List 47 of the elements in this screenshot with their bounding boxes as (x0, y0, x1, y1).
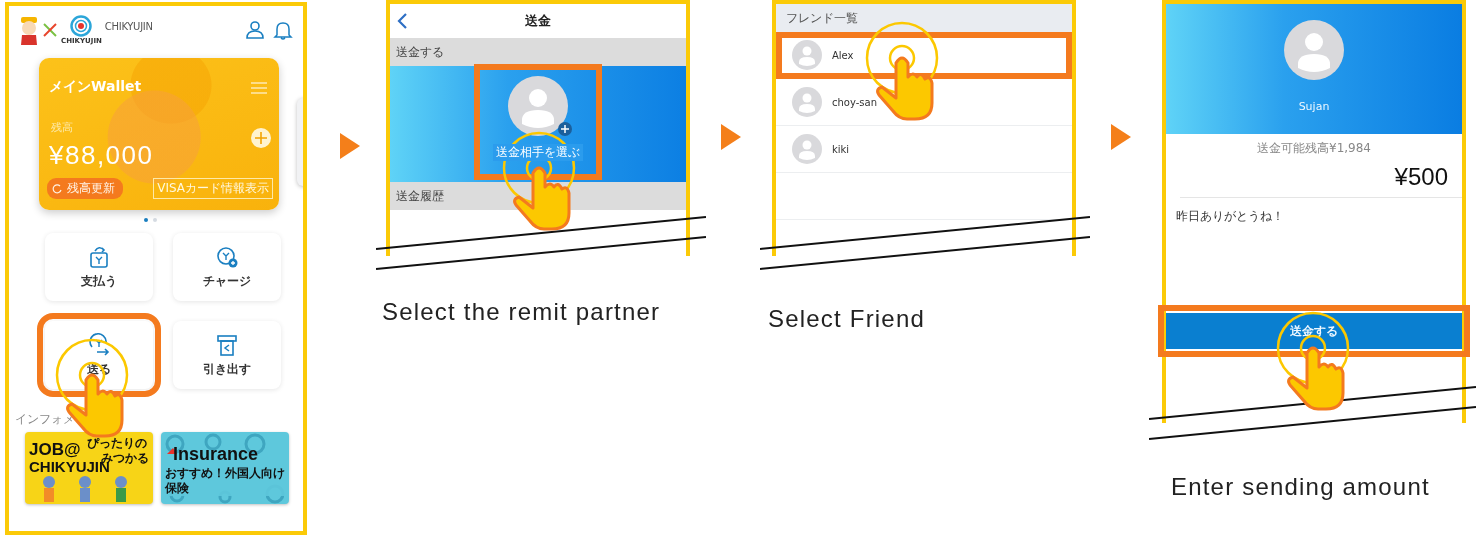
banner-title: JOB@ (29, 440, 81, 460)
list-header: フレンド一覧 (776, 4, 1072, 32)
action-button[interactable]: チャージ (173, 233, 281, 301)
pager-dot[interactable] (143, 218, 148, 222)
send-icon (87, 332, 111, 357)
add-icon (558, 122, 572, 136)
friend-name: Alex (832, 49, 854, 61)
friend-row[interactable]: Alex (776, 32, 1072, 79)
action-button[interactable]: 引き出す (173, 321, 281, 389)
available-balance: 送金可能残高¥1,984 (1256, 140, 1372, 157)
section-header: 送金する (390, 38, 686, 66)
back-icon[interactable] (396, 12, 408, 30)
action-button[interactable]: 支払う (45, 233, 153, 301)
bell-icon[interactable] (273, 20, 293, 40)
withdraw-icon (215, 332, 239, 357)
step-caption: Select Friend (768, 304, 926, 334)
avatar-icon (792, 40, 822, 70)
step-arrow (721, 124, 741, 150)
screen-title: 送金 (525, 12, 551, 30)
amount-field[interactable]: ¥500 (1180, 163, 1462, 198)
step-arrow (1111, 124, 1131, 150)
message-field[interactable]: 昨日ありがとうね！ (1176, 208, 1462, 225)
avatar-icon (792, 87, 822, 117)
avatar-icon (508, 76, 568, 136)
user-icon[interactable] (245, 20, 265, 40)
step-arrow (340, 133, 360, 159)
charge-icon (215, 244, 239, 269)
insurance-banner[interactable]: Insurance おすすめ！外国人向け保険 (161, 432, 289, 504)
avatar-icon (792, 134, 822, 164)
friend-name: choy-san (832, 96, 877, 108)
ring-logo-icon (70, 15, 93, 37)
friend-name: kiki (832, 143, 850, 155)
picker-label: 送金相手を選ぶ (493, 144, 583, 161)
step-caption: Select the remit partner (382, 297, 662, 327)
balance-amount: ¥88,000 (49, 140, 154, 171)
recipient-name: Sujan (1298, 100, 1330, 113)
banner-title: Insurance (173, 444, 259, 465)
banner-tagline: ぴったりの (87, 435, 147, 452)
logo-text: CHIKYUJIN (104, 20, 153, 32)
balance-label: 残高 (51, 120, 73, 135)
wallet-title: メインWallet (49, 78, 142, 96)
banner-tagline: おすすめ！外国人向け保険 (165, 466, 285, 496)
refresh-icon (52, 183, 62, 194)
cross-icon (43, 23, 57, 37)
pay-icon (87, 244, 111, 269)
avatar-icon (1284, 20, 1344, 80)
step-caption: Enter sending amount (1171, 472, 1431, 502)
